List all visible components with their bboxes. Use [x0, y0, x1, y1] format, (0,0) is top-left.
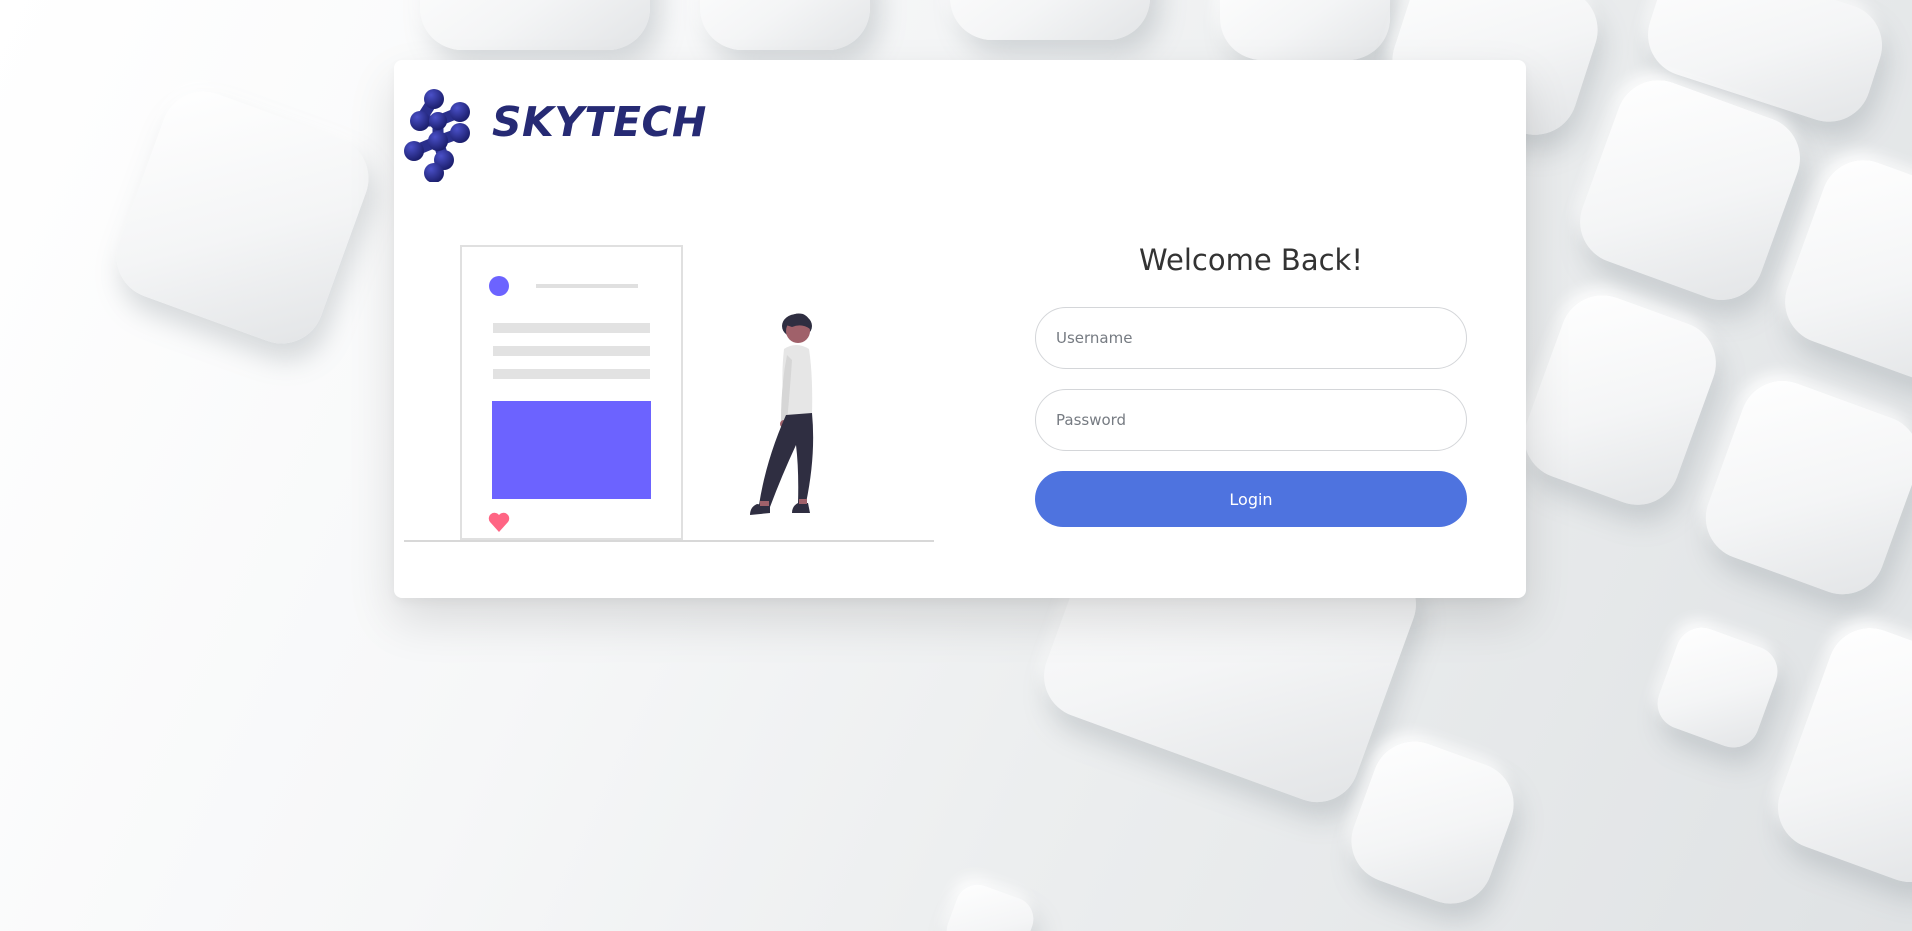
background-key — [1773, 148, 1912, 392]
background-key — [940, 878, 1040, 931]
post-text-line — [493, 369, 650, 379]
login-card: SKYTECH Welcome Back! Username Login — [394, 60, 1526, 598]
background-key — [1512, 283, 1728, 517]
welcome-title: Welcome Back! — [1139, 243, 1363, 277]
password-input[interactable] — [1035, 389, 1467, 451]
post-avatar-dot — [489, 276, 509, 296]
background-key — [1650, 620, 1785, 755]
walking-person — [750, 313, 814, 515]
background-key — [950, 0, 1150, 40]
background-key — [700, 0, 870, 50]
background-key — [1220, 0, 1390, 60]
background-key — [420, 0, 650, 50]
person-with-post-illustration — [404, 245, 934, 542]
background-key — [1766, 616, 1912, 894]
post-text-line — [493, 346, 650, 356]
post-header-line — [536, 284, 638, 288]
post-image — [492, 401, 651, 499]
post-text-line — [493, 323, 650, 333]
background-key — [104, 79, 381, 356]
background-key — [1339, 729, 1526, 916]
brand-name: SKYTECH — [492, 98, 707, 146]
login-button[interactable]: Login — [1035, 471, 1467, 527]
brand-logo: SKYTECH — [398, 88, 718, 184]
username-input[interactable] — [1035, 307, 1467, 369]
background-key — [1693, 368, 1912, 607]
login-form: Welcome Back! Login — [1035, 240, 1467, 527]
skytech-logo-icon — [404, 89, 470, 182]
